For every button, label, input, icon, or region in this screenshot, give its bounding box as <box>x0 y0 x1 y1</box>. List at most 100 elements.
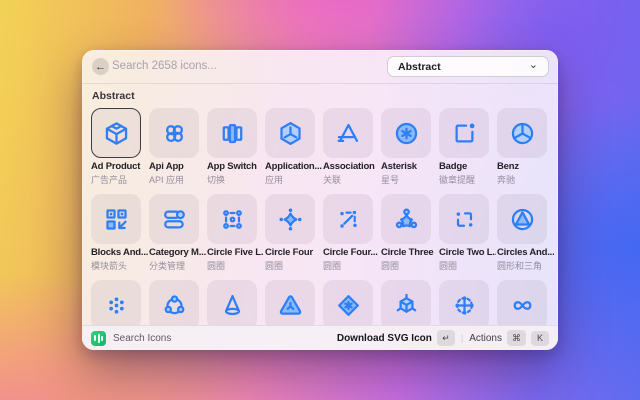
back-button[interactable]: ← <box>92 58 109 75</box>
icon-tile-circle-four-line[interactable] <box>323 194 373 244</box>
search-input[interactable]: Search 2658 icons... <box>112 50 217 83</box>
circles-and-triangles-icon <box>509 206 536 233</box>
icon-tile-app-switch[interactable] <box>207 108 257 158</box>
circle-four-icon <box>277 206 304 233</box>
application-one-icon <box>277 120 304 147</box>
icon-tile-move-cross[interactable] <box>439 280 489 330</box>
icon-label-zh: 切换 <box>207 175 226 185</box>
circle-five-line-icon <box>219 206 246 233</box>
circle-three-icon <box>393 206 420 233</box>
association-icon <box>335 120 362 147</box>
circle-four-line-icon <box>335 206 362 233</box>
iconpark-logo-icon <box>91 330 106 346</box>
window-header: ← Search 2658 icons... Abstract ⌄ <box>82 50 558 84</box>
cone-icon <box>219 292 246 319</box>
icon-tile-infinity[interactable] <box>497 280 547 330</box>
icon-label: Circle Five L... <box>207 247 264 258</box>
app-switch-icon <box>219 120 246 147</box>
icon-tile-circle-five-line[interactable] <box>207 194 257 244</box>
circle-two-line-icon <box>451 206 478 233</box>
icon-label-zh: 圆形和三角 <box>497 261 543 271</box>
desktop-background: ← Search 2658 icons... Abstract ⌄ Abstra… <box>0 0 640 400</box>
grid-item-circles-and-triangles: Circles And... 圆形和三角 <box>497 194 554 280</box>
icon-tile-blocks-and-arrows[interactable] <box>91 194 141 244</box>
grid-item-benz: Benz 奔驰 <box>497 108 547 194</box>
grid-item-badge: Badge 徽章提醒 <box>439 108 489 194</box>
icon-label: Blocks And... <box>91 247 148 258</box>
icon-label: Circle Four... <box>323 247 378 258</box>
grid-item-association: Association 关联 <box>323 108 375 194</box>
icon-tile-cone[interactable] <box>207 280 257 330</box>
blocks-and-arrows-icon <box>103 206 130 233</box>
download-svg-button[interactable]: Download SVG Icon <box>337 333 432 344</box>
icon-tile-category-management[interactable] <box>149 194 199 244</box>
icon-tile-circle-two-line[interactable] <box>439 194 489 244</box>
grid-item-circle-two-line: Circle Two L... 圆圈 <box>439 194 496 280</box>
icon-label-zh: 圆圈 <box>207 261 226 271</box>
icon-label-zh: 模块箭头 <box>91 261 128 271</box>
grid-item-app-switch: App Switch 切换 <box>207 108 257 194</box>
icon-tile-benz[interactable] <box>497 108 547 158</box>
move-cross-icon <box>451 292 478 319</box>
infinity-icon <box>509 292 536 319</box>
icon-tile-ad-product[interactable] <box>91 108 141 158</box>
grid-item-api-app: Api App API 应用 <box>149 108 199 194</box>
icon-label-zh: API 应用 <box>149 175 185 185</box>
icon-label-zh: 圆圈 <box>323 261 342 271</box>
k-key-badge: K <box>531 330 549 346</box>
benz-icon <box>509 120 536 147</box>
icon-label: Circle Four <box>265 247 313 258</box>
icon-label: Application... <box>265 161 322 172</box>
icon-label: Api App <box>149 161 184 172</box>
icon-label: Circle Two L... <box>439 247 496 258</box>
icon-tile-circles-and-triangles[interactable] <box>497 194 547 244</box>
icon-label: Circles And... <box>497 247 554 258</box>
section-title: Abstract <box>92 90 135 102</box>
icon-tile-diamond-asterisk[interactable] <box>323 280 373 330</box>
grid-item-application-one: Application... 应用 <box>265 108 322 194</box>
enter-key-badge: ↵ <box>436 330 455 346</box>
ad-product-icon <box>103 120 130 147</box>
icon-label-zh: 关联 <box>323 175 342 185</box>
badge-icon <box>451 120 478 147</box>
icon-label-zh: 广告产品 <box>91 175 128 185</box>
icon-label-zh: 奔驰 <box>497 175 516 185</box>
icon-tile-asterisk[interactable] <box>381 108 431 158</box>
diamond-asterisk-icon <box>335 292 362 319</box>
icon-grid: Ad Product 广告产品 Api App API 应用 App Switch 切换 A… <box>91 108 554 350</box>
icon-label: Ad Product <box>91 161 141 172</box>
icon-label-zh: 应用 <box>265 175 284 185</box>
icon-tile-triangle-round[interactable] <box>265 280 315 330</box>
icon-label: Badge <box>439 161 468 172</box>
icon-label: Asterisk <box>381 161 417 172</box>
footer-app-name: Search Icons <box>113 332 172 344</box>
icon-search-window: ← Search 2658 icons... Abstract ⌄ Abstra… <box>82 50 558 350</box>
asterisk-icon <box>393 120 420 147</box>
icon-tile-circle-four[interactable] <box>265 194 315 244</box>
command-key-badge: ⌘ <box>507 330 526 346</box>
icon-tile-application-one[interactable] <box>265 108 315 158</box>
window-footer: Search Icons Download SVG Icon ↵ | Actio… <box>82 325 558 350</box>
icon-tile-dots-cluster[interactable] <box>91 280 141 330</box>
icon-label-zh: 徽章提醒 <box>439 175 476 185</box>
grid-item-circle-four: Circle Four 圆圈 <box>265 194 315 280</box>
icon-tile-cube-three[interactable] <box>381 280 431 330</box>
icon-tile-circle-three[interactable] <box>381 194 431 244</box>
icon-label-zh: 星号 <box>381 175 400 185</box>
actions-button[interactable]: Actions <box>469 333 502 344</box>
icon-label-zh: 圆圈 <box>439 261 458 271</box>
icon-label: Category M... <box>149 247 206 258</box>
icon-label: App Switch <box>207 161 257 172</box>
icon-tile-share-three[interactable] <box>149 280 199 330</box>
grid-item-asterisk: Asterisk 星号 <box>381 108 431 194</box>
category-dropdown[interactable]: Abstract ⌄ <box>387 56 549 77</box>
grid-item-ad-product: Ad Product 广告产品 <box>91 108 141 194</box>
grid-item-category-management: Category M... 分类管理 <box>149 194 206 280</box>
arrow-left-icon: ← <box>95 60 106 73</box>
category-dropdown-value: Abstract <box>398 60 441 73</box>
icon-tile-association[interactable] <box>323 108 373 158</box>
icon-tile-badge[interactable] <box>439 108 489 158</box>
footer-actions: Download SVG Icon ↵ | Actions ⌘ K <box>337 330 549 346</box>
grid-item-circle-three: Circle Three 圆圈 <box>381 194 434 280</box>
icon-tile-api-app[interactable] <box>149 108 199 158</box>
